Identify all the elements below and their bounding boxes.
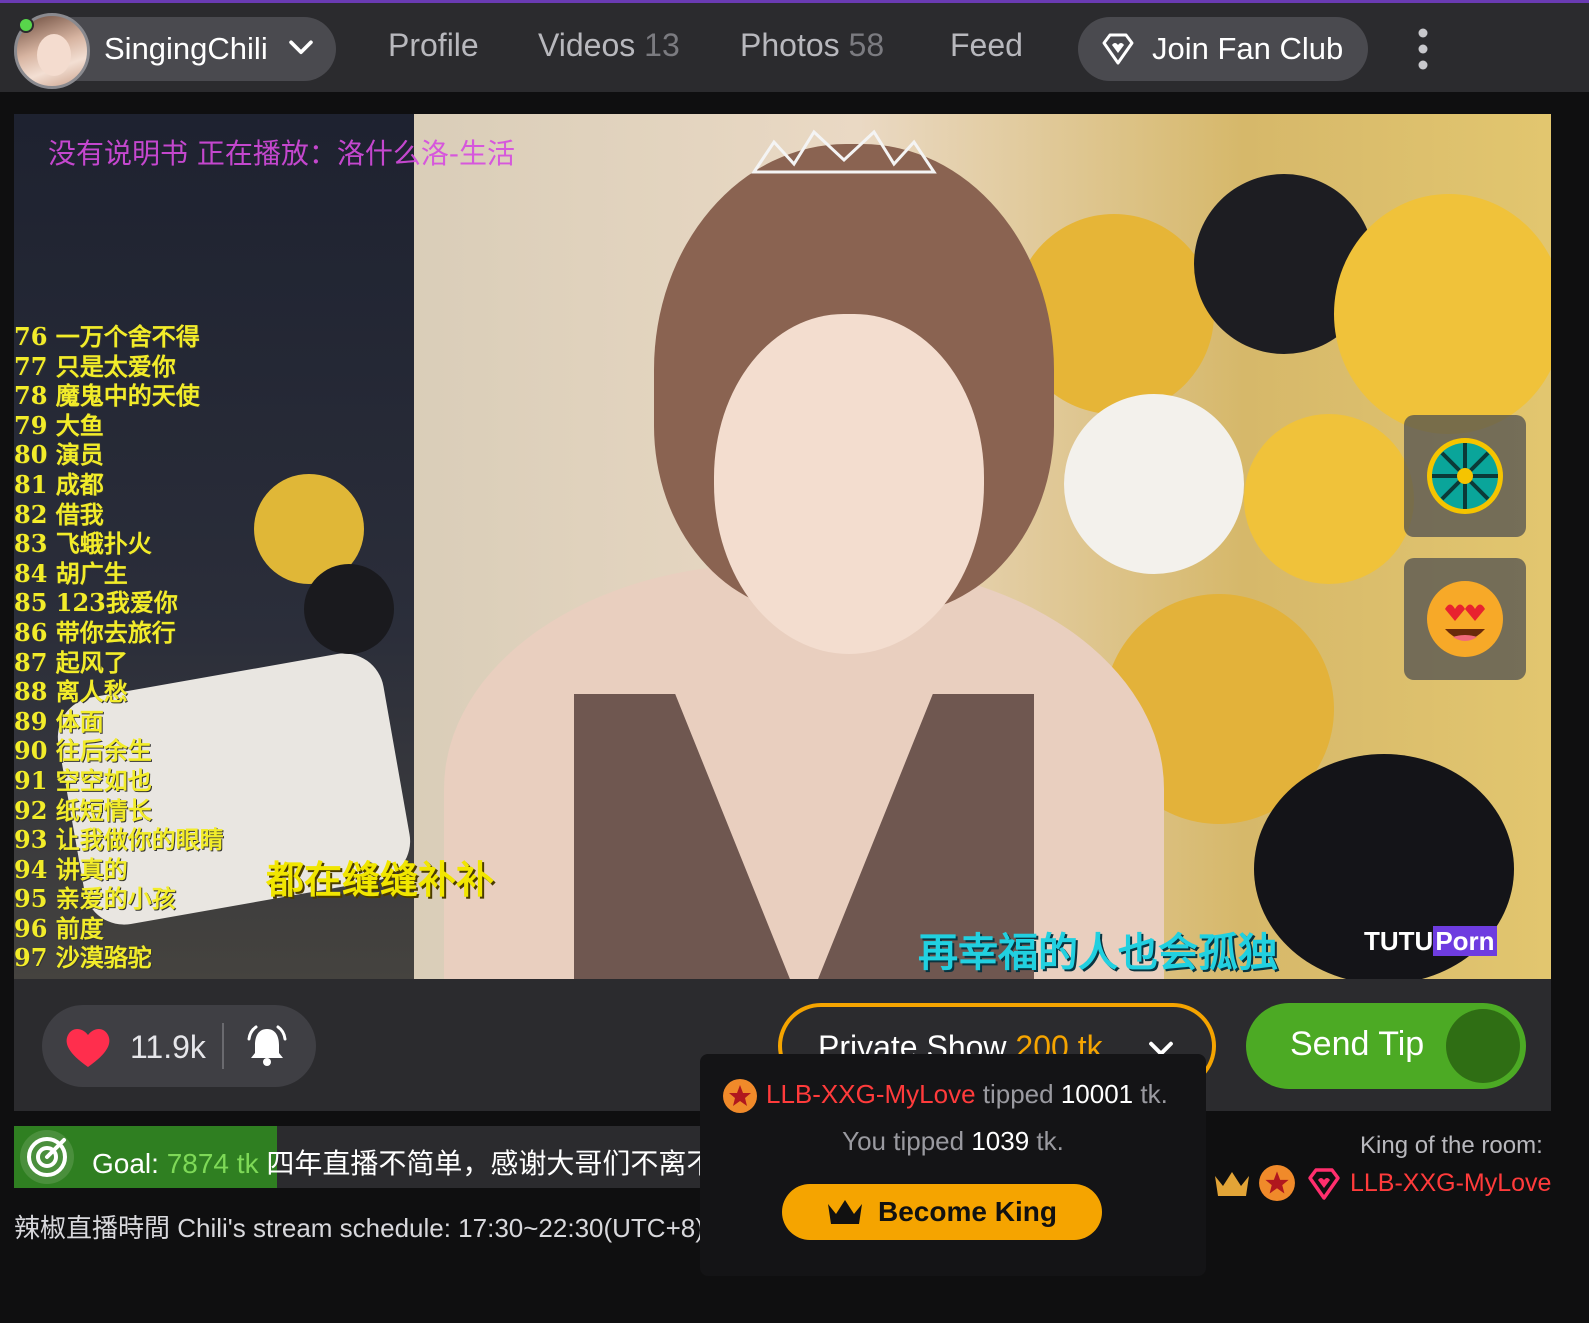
wheel-icon <box>1427 438 1503 514</box>
song-list-item: 95 亲爱的小孩 <box>14 884 176 914</box>
star-badge-icon <box>1259 1165 1295 1201</box>
lyric-caption-right: 再幸福的人也会孤独 <box>918 930 1278 976</box>
song-list-item: 97 沙漠骆驼 <box>14 943 152 973</box>
fortune-wheel-button[interactable] <box>1404 415 1526 537</box>
streamer-face <box>714 314 984 654</box>
fan-club-diamond-icon <box>1308 1168 1340 1200</box>
nav-photos[interactable]: Photos 58 <box>740 27 884 64</box>
crown-icon <box>828 1200 862 1224</box>
song-list-item: 94 讲真的 <box>14 854 128 884</box>
nav-profile[interactable]: Profile <box>388 27 479 64</box>
emoji-button[interactable] <box>1404 558 1526 680</box>
chevron-down-icon <box>289 40 313 55</box>
song-list: 76 一万个舍不得 77 只是太爱你 78 魔鬼中的天使 79 大鱼 80 演员 81 成… <box>14 322 224 973</box>
tip-toggle-knob[interactable] <box>1446 1009 1520 1083</box>
divider <box>222 1023 224 1069</box>
video-player[interactable]: 没有说明书 正在播放：洛什么洛-生活 76 一万个舍不得 77 只是太爱你 78 魔… <box>14 114 1551 979</box>
song-list-item: 79 大鱼 <box>14 410 104 440</box>
top-tip-line: LLB-XXG-MyLove tipped 10001 tk. <box>722 1078 1168 1114</box>
tiara-icon <box>751 129 937 174</box>
your-tip-amount: 1039 <box>971 1126 1030 1156</box>
watermark: TUTUPorn <box>1364 926 1497 956</box>
photos-count: 58 <box>848 27 885 63</box>
song-list-item: 85 123我爱你 <box>14 588 178 618</box>
user-menu[interactable]: SingingChili <box>14 13 336 89</box>
song-list-item: 91 空空如也 <box>14 765 152 795</box>
notification-bell-icon[interactable] <box>244 1023 290 1069</box>
song-list-item: 90 往后余生 <box>14 736 152 766</box>
song-list-item: 83 飞蛾扑火 <box>14 529 152 559</box>
now-playing-title: 没有说明书 正在播放：洛什么洛-生活 <box>48 137 516 170</box>
join-fan-club-button[interactable]: Join Fan Club <box>1078 17 1368 81</box>
song-list-item: 81 成都 <box>14 469 104 499</box>
like-count: 11.9k <box>130 1029 206 1065</box>
king-of-room-label: King of the room: <box>1360 1132 1543 1159</box>
videos-count: 13 <box>644 27 680 63</box>
goal-description: 四年直播不简单，感谢大哥们不离不弃 <box>266 1148 724 1179</box>
heart-eyes-emoji-icon <box>1427 581 1503 657</box>
username: SingingChili <box>104 31 268 66</box>
goal-bar: Goal: 7874 tk 四年直播不简单，感谢大哥们不离不弃 <box>14 1126 724 1188</box>
song-list-item: 93 让我做你的眼睛 <box>14 825 224 855</box>
song-list-item: 96 前度 <box>14 913 104 943</box>
song-list-item: 76 一万个舍不得 <box>14 322 200 351</box>
song-list-item: 86 带你去旅行 <box>14 617 176 647</box>
goal-target-icon <box>20 1130 74 1184</box>
top-bar: SingingChili Profile Videos 13 Photos 58… <box>0 0 1589 92</box>
song-list-item: 92 纸短情长 <box>14 795 152 825</box>
song-list-item: 82 借我 <box>14 499 104 529</box>
song-list-item: 77 只是太爱你 <box>14 351 176 381</box>
tipped-amount: 10001 <box>1060 1078 1134 1109</box>
king-tooltip: LLB-XXG-MyLove tipped 10001 tk. You tipp… <box>700 1054 1206 1276</box>
song-list-item: 89 体面 <box>14 706 104 736</box>
song-list-item: 87 起风了 <box>14 647 128 677</box>
diamond-heart-icon <box>1102 33 1134 65</box>
king-name[interactable]: LLB-XXG-MyLove <box>1350 1169 1551 1198</box>
your-tip-line: You tipped 1039 tk. <box>842 1126 1064 1156</box>
goal-amount: 7874 tk <box>166 1148 259 1179</box>
online-status-dot <box>18 17 34 33</box>
song-list-item: 78 魔鬼中的天使 <box>14 381 200 411</box>
become-king-button[interactable]: Become King <box>782 1184 1102 1240</box>
crown-icon <box>1215 1172 1249 1196</box>
like-control: 11.9k <box>42 1005 316 1087</box>
heart-icon[interactable] <box>64 1025 112 1069</box>
song-list-item: 88 离人愁 <box>14 677 128 707</box>
more-options-icon[interactable] <box>1410 25 1436 73</box>
star-badge-icon <box>723 1079 757 1113</box>
nav-feed[interactable]: Feed <box>950 27 1023 64</box>
send-tip-button[interactable]: Send Tip <box>1246 1003 1526 1089</box>
lyric-caption-left: 都在缝缝补补 <box>266 858 495 902</box>
nav-videos[interactable]: Videos 13 <box>538 27 680 64</box>
stream-schedule: 辣椒直播時間 Chili's stream schedule: 17:30~22… <box>14 1213 704 1243</box>
song-list-item: 80 演员 <box>14 440 104 470</box>
tipper-name: LLB-XXG-MyLove <box>766 1078 976 1109</box>
goal-text: Goal: 7874 tk 四年直播不简单，感谢大哥们不离不弃 <box>92 1142 724 1182</box>
song-list-item: 84 胡广生 <box>14 558 128 588</box>
